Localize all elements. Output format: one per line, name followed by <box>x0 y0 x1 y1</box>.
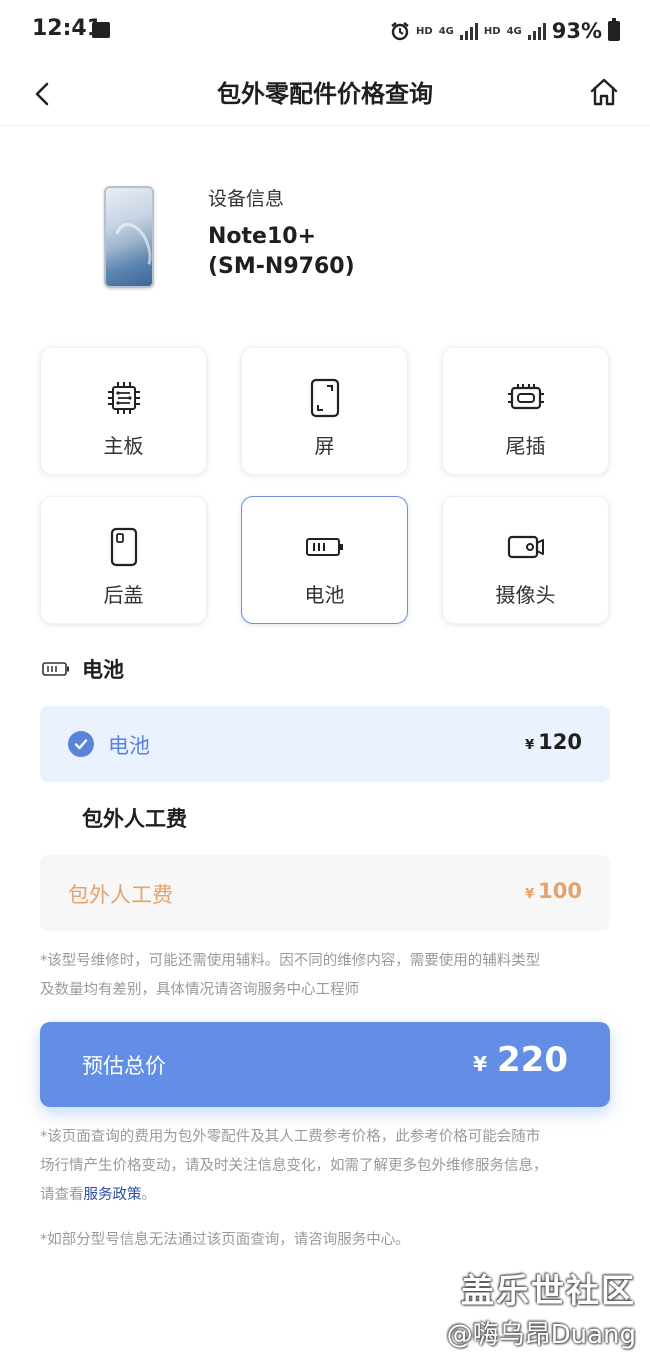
device-info-label: 设备信息 <box>208 188 285 210</box>
labor-section-title: 包外人工费 <box>82 807 187 831</box>
price-value: 100 <box>538 879 582 903</box>
note-text-suffix: 。 <box>141 1187 157 1203</box>
labor-option-price: ¥100 <box>525 879 582 903</box>
gallery-notification-icon <box>92 22 110 38</box>
service-policy-link[interactable]: 服务政策 <box>84 1187 142 1203</box>
part-label: 尾插 <box>505 434 546 458</box>
screen-icon <box>305 378 345 418</box>
device-info: 设备信息 Note10+ (SM-N9760) <box>0 170 650 300</box>
signal-icon <box>459 22 478 40</box>
currency-symbol: ¥ <box>525 887 535 902</box>
device-model-code: (SM-N9760) <box>208 254 355 279</box>
battery-icon <box>42 662 69 676</box>
app-header: 包外零配件价格查询 <box>0 62 650 126</box>
part-label: 摄像头 <box>495 583 556 607</box>
network-4g-1: 4G <box>438 25 454 37</box>
back-cover-icon <box>104 527 144 567</box>
currency-symbol: ¥ <box>525 738 535 753</box>
device-model: Note10+ (SM-N9760) <box>208 222 355 282</box>
currency-symbol: ¥ <box>473 1052 488 1076</box>
status-indicators: HD 4G HD 4G 93% <box>390 17 620 45</box>
chip-icon <box>104 378 144 418</box>
part-card-camera[interactable]: 摄像头 <box>442 496 609 624</box>
port-icon <box>506 378 546 418</box>
note-text-prefix: 请查看 <box>40 1187 84 1203</box>
page: 12:41 HD 4G HD 4G 93% 包外零配件价格查询 设备信息 Not… <box>0 0 650 1372</box>
note-line: 场行情产生价格变动，请及时关注信息变化，如需了解更多包外维修服务信息， <box>40 1158 548 1174</box>
network-hd-1: HD <box>416 25 433 37</box>
total-label: 预估总价 <box>82 1054 166 1078</box>
part-label: 主板 <box>103 434 144 458</box>
service-center-note: *如部分型号信息无法通过该页面查询，请咨询服务中心。 <box>40 1232 410 1248</box>
note-line: 及数量均有差别，具体情况请咨询服务中心工程师 <box>40 982 359 998</box>
camera-icon <box>506 527 546 567</box>
home-icon <box>590 78 618 106</box>
part-card-mainboard[interactable]: 主板 <box>40 347 207 475</box>
total-value: ¥ 220 <box>473 1040 568 1080</box>
device-model-name: Note10+ <box>208 224 317 249</box>
device-image <box>104 186 154 288</box>
checkmark-icon <box>68 731 94 757</box>
labor-section-header: 包外人工费 <box>82 803 187 833</box>
estimated-total-bar: 预估总价 ¥ 220 <box>40 1022 610 1107</box>
alarm-icon <box>391 22 409 41</box>
note-line: *该页面查询的费用为包外零配件及其人工费参考价格，此参考价格可能会随市 <box>40 1129 541 1145</box>
part-card-battery[interactable]: 电池 <box>241 496 408 624</box>
note-line: 请查看服务政策。 <box>40 1181 610 1210</box>
battery-section-header: 电池 <box>42 654 124 684</box>
battery-option-name: 电池 <box>108 734 150 758</box>
labor-option-row: 包外人工费 ¥100 <box>40 855 610 931</box>
battery-option-row[interactable]: 电池 ¥120 <box>40 706 610 782</box>
battery-status-icon <box>608 18 620 41</box>
auxiliary-materials-note: *该型号维修时，可能还需使用辅料。因不同的维修内容，需要使用的辅料类型 及数量均… <box>40 947 610 1005</box>
watermark-author: @嗨乌昂Duang <box>446 1320 636 1350</box>
page-title: 包外零配件价格查询 <box>217 80 433 108</box>
note-line: *该型号维修时，可能还需使用辅料。因不同的维修内容，需要使用的辅料类型 <box>40 953 541 969</box>
signal-icon <box>527 22 546 40</box>
battery-icon <box>305 527 345 567</box>
price-value: 120 <box>538 730 582 754</box>
part-label: 屏 <box>314 434 335 458</box>
network-hd-2: HD <box>483 25 501 37</box>
watermark-community: 盖乐世社区 <box>461 1271 636 1310</box>
battery-percent: 93% <box>551 19 602 43</box>
part-card-screen[interactable]: 屏 <box>241 347 408 475</box>
total-amount: 220 <box>497 1040 568 1080</box>
price-reference-note: *该页面查询的费用为包外零配件及其人工费参考价格，此参考价格可能会随市 场行情产… <box>40 1123 610 1210</box>
home-button[interactable] <box>584 72 624 112</box>
part-card-port[interactable]: 尾插 <box>442 347 609 475</box>
status-bar: 12:41 HD 4G HD 4G 93% <box>0 0 650 62</box>
network-4g-2: 4G <box>506 25 522 37</box>
part-card-back-cover[interactable]: 后盖 <box>40 496 207 624</box>
part-label: 电池 <box>304 583 345 607</box>
battery-option-price: ¥120 <box>525 730 582 754</box>
labor-option-name: 包外人工费 <box>68 883 173 907</box>
battery-section-title: 电池 <box>82 658 124 682</box>
part-label: 后盖 <box>103 583 144 607</box>
